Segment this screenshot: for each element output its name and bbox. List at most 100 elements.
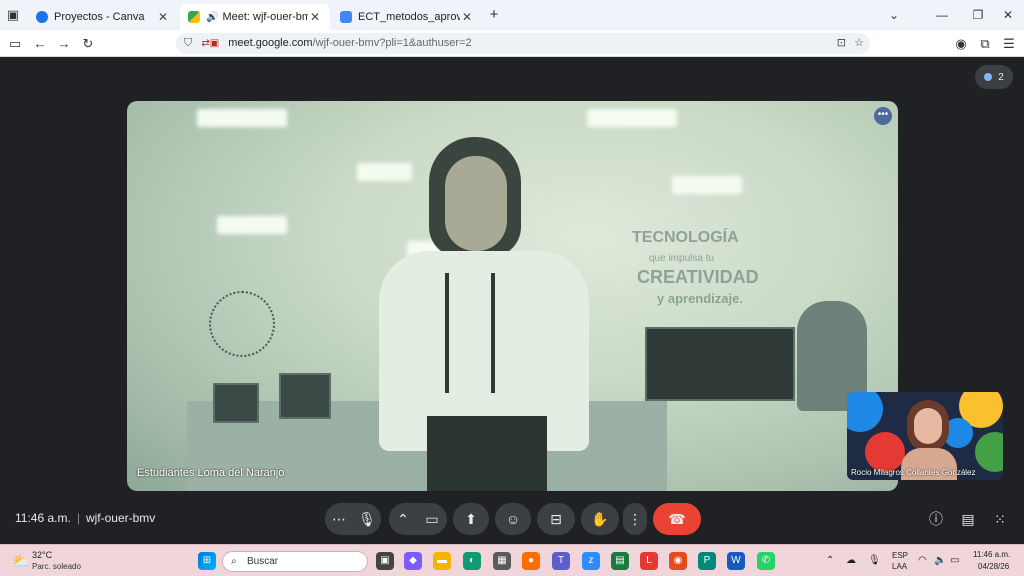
ceiling-light [672, 176, 742, 194]
minimize-icon[interactable]: — [932, 6, 952, 24]
audio-playing-icon[interactable]: 🔊 [206, 12, 218, 23]
battery-icon[interactable]: ▭ [950, 555, 959, 566]
language-line1[interactable]: ESP [892, 551, 908, 560]
browser-toolbar: ▭ ← → ↻ ⛉ ⇄▣ meet.google.com/wjf-ouer-bm… [0, 30, 1024, 57]
restore-icon[interactable]: ❐ [968, 6, 988, 24]
tab-canva[interactable]: Proyectos - Canva ✕ [28, 4, 178, 30]
main-video-label: Estudiantes Loma del Naranjo [137, 467, 285, 479]
zoom-icon[interactable]: z [582, 552, 600, 570]
teams-icon[interactable]: T [552, 552, 570, 570]
weather-icon[interactable]: ⛅ [12, 553, 29, 570]
microphone-button[interactable]: 🎙 [353, 503, 381, 535]
weather-desc[interactable]: Parc. soleado [32, 562, 81, 571]
site-info-icon[interactable]: ⛉ [184, 37, 192, 49]
publisher-icon[interactable]: P [698, 552, 716, 570]
computer-monitor [645, 327, 795, 401]
word-icon[interactable]: W [727, 552, 745, 570]
reactions-button[interactable]: ☺ [495, 503, 531, 535]
more-options-icon[interactable]: ••• [874, 107, 892, 125]
camera-button[interactable]: ▭ [417, 503, 447, 535]
background-bubble [975, 432, 1003, 472]
weather-temp[interactable]: 32°C [32, 550, 52, 560]
mic-tray-icon[interactable]: 🎙 [868, 555, 881, 566]
new-tab-button[interactable]: + [484, 6, 504, 24]
profile-icon[interactable]: ◉ [952, 35, 970, 53]
meeting-code: wjf-ouer-bmv [85, 511, 156, 525]
raise-hand-button[interactable]: ✋ [581, 503, 619, 535]
ect-favicon-icon [340, 11, 352, 23]
l-app-icon[interactable]: L [640, 552, 658, 570]
wall-sign-line: TECNOLOGÍA [632, 229, 739, 246]
captions-icon: ⊟ [550, 510, 562, 527]
background-bubble [847, 392, 883, 432]
back-icon[interactable]: ← [31, 35, 49, 53]
camera-options-button[interactable]: ⌃ [389, 503, 417, 535]
tab-title: Meet: wjf-ouer-bmv [222, 11, 308, 23]
firefox-icon[interactable]: ● [522, 552, 540, 570]
computer-monitor [213, 383, 259, 423]
tab-list-chevron-icon[interactable]: ⌄ [884, 6, 904, 24]
address-bar[interactable]: ⛉ ⇄▣ meet.google.com/wjf-ouer-bmv?pli=1&… [176, 33, 870, 54]
start-icon[interactable]: ⊞ [198, 552, 216, 570]
main-video-tile[interactable]: TECNOLOGÍA que impulsa tu CREATIVIDAD y … [127, 101, 898, 491]
url-host: meet.google.com [228, 37, 313, 49]
copilot-icon[interactable]: ◆ [404, 552, 422, 570]
taskbar-search[interactable]: ⌕ Buscar [222, 551, 368, 572]
wall-sign-line: que impulsa tu [649, 253, 715, 264]
tab-meet[interactable]: 🔊 Meet: wjf-ouer-bmv ✕ [180, 4, 330, 30]
tab-actions-icon[interactable]: ▣ [4, 6, 22, 24]
extensions-icon[interactable]: ⧉ [976, 35, 994, 53]
whatsapp-icon[interactable]: ✆ [757, 552, 775, 570]
chevron-up-icon[interactable]: ⌃ [826, 555, 834, 566]
taskbar-date[interactable]: 04/28/26 [978, 562, 1009, 571]
close-window-icon[interactable]: ✕ [998, 6, 1018, 24]
tab-title: ECT_metodos_aprovechar_meta [358, 11, 460, 23]
edge-icon[interactable]: ◐ [463, 552, 481, 570]
close-icon[interactable]: ✕ [308, 10, 322, 24]
reload-icon[interactable]: ↻ [79, 35, 97, 53]
chat-icon[interactable]: ▤ [958, 509, 978, 529]
more-controls-button[interactable]: ⋯ [325, 503, 353, 535]
app-icon[interactable]: ▤ [611, 552, 629, 570]
emoji-icon: ☺ [505, 511, 521, 527]
tab-ect[interactable]: ECT_metodos_aprovechar_meta ✕ [332, 4, 482, 30]
language-line2[interactable]: LAA [892, 562, 907, 571]
meet-stage: 2 TECNOLOGÍA que impulsa tu CREATIVIDAD … [0, 57, 1024, 544]
taskbar-time[interactable]: 11:46 a.m. [973, 550, 1010, 559]
store-icon[interactable]: ▦ [493, 552, 511, 570]
captions-button[interactable]: ⊟ [537, 503, 575, 535]
activities-icon[interactable]: ⁙ [990, 509, 1010, 529]
search-placeholder: Buscar [247, 556, 279, 567]
menu-icon[interactable]: ☰ [1000, 35, 1018, 53]
call-end-icon: ☎ [668, 510, 686, 527]
camera-in-use-icon[interactable]: ⇄▣ [201, 38, 219, 49]
chevron-up-icon: ⌃ [397, 510, 409, 527]
hand-icon: ✋ [591, 510, 609, 527]
more-options-button[interactable]: ⋮ [623, 503, 647, 535]
volume-icon[interactable]: 🔈 [934, 555, 946, 566]
wifi-icon[interactable]: ◠ [918, 555, 927, 566]
bookmark-star-icon[interactable]: ☆ [854, 33, 864, 54]
meet-favicon-icon [188, 11, 200, 23]
install-app-icon[interactable]: ⊡ [837, 33, 846, 54]
self-view-label: Rocio Milagros Collantes González [851, 468, 976, 477]
sidebar-icon[interactable]: ▭ [6, 35, 24, 53]
meeting-details-icon[interactable]: ⓘ [926, 509, 946, 529]
end-call-button[interactable]: ☎ [653, 503, 701, 535]
participant-count-badge[interactable]: 2 [975, 65, 1013, 89]
wall-clock [209, 291, 275, 357]
ceiling-light [587, 109, 677, 127]
present-button[interactable]: ⬆ [453, 503, 489, 535]
onedrive-icon[interactable]: ☁ [846, 555, 856, 566]
firefox-dev-icon[interactable]: ◉ [669, 552, 687, 570]
close-icon[interactable]: ✕ [460, 10, 474, 24]
self-view-tile[interactable]: Rocio Milagros Collantes González [847, 392, 1003, 480]
file-explorer-icon[interactable]: ▬ [433, 552, 451, 570]
forward-icon[interactable]: → [55, 35, 73, 53]
more-vertical-icon: ⋮ [628, 510, 642, 527]
tab-title: Proyectos - Canva [54, 11, 145, 23]
close-icon[interactable]: ✕ [156, 10, 170, 24]
microphone-icon: 🎙 [358, 510, 376, 527]
task-view-icon[interactable]: ▣ [376, 552, 394, 570]
windows-taskbar: ⛅ 32°C Parc. soleado ⊞ ⌕ Buscar ▣ ◆ ▬ ◐ … [0, 544, 1024, 576]
